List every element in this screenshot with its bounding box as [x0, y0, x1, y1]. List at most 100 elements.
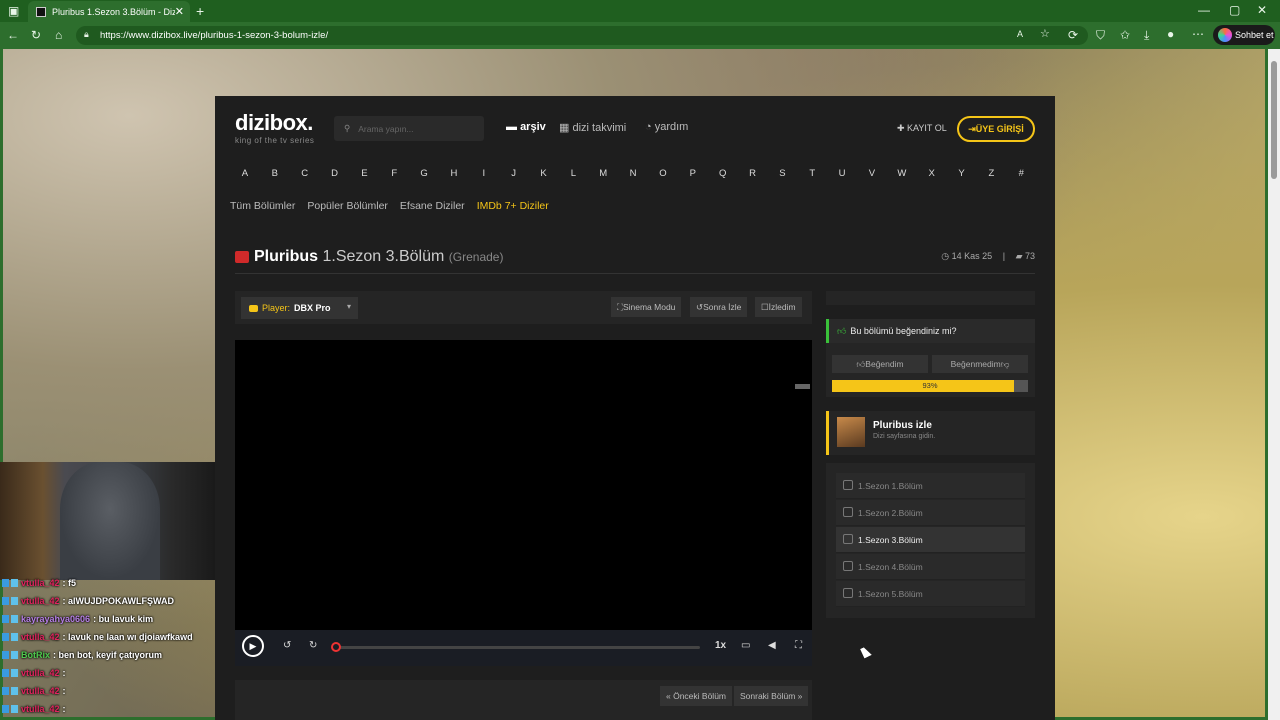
subnav-popular[interactable]: Popüler Bölümler — [307, 200, 388, 212]
show-name[interactable]: Pluribus — [254, 248, 318, 265]
watched-button[interactable]: ☐ İzledim — [755, 297, 802, 317]
show-link-card[interactable]: Pluribus izle Dizi sayfasına gidin. — [826, 411, 1035, 455]
chat-message: vtulla_42: lavuk ne laan wı djoiawfkawd — [2, 629, 193, 645]
watch-later-button[interactable]: ↺ Sonra İzle — [690, 297, 748, 317]
comment-icon: ▰ — [1015, 251, 1025, 261]
episode-nav-bar: « Önceki Bölüm Sonraki Bölüm » — [235, 680, 812, 720]
captions-icon[interactable]: ▭ — [741, 640, 750, 651]
sidebar-toggle-icon[interactable]: ▣ — [8, 5, 19, 17]
next-episode-button[interactable]: Sonraki Bölüm » — [734, 686, 809, 706]
dislike-button[interactable]: Beğenmedim 👎︎ — [932, 355, 1028, 373]
alpha-letter[interactable]: T — [797, 168, 827, 184]
nav-help-label: yardım — [654, 121, 689, 133]
alpha-letter[interactable]: C — [290, 168, 320, 184]
speed-button[interactable]: 1x — [715, 640, 726, 651]
alpha-letter[interactable]: N — [618, 168, 648, 184]
alpha-letter[interactable]: Y — [947, 168, 977, 184]
search-input[interactable]: ⚲ Arama yapın... — [334, 116, 484, 141]
profile-icon[interactable]: ● — [1167, 28, 1174, 40]
home-icon[interactable]: ⌂ — [55, 29, 62, 41]
favorites-icon[interactable]: ✩ — [1120, 29, 1130, 41]
episode-title-row: Pluribus 1.Sezon 3.Bölüm (Grenade) ◷ 14 … — [235, 246, 1035, 274]
alpha-letter[interactable]: X — [917, 168, 947, 184]
scrollbar-thumb[interactable] — [1271, 61, 1277, 179]
search-icon: ⚲ — [344, 123, 351, 133]
alpha-letter[interactable]: J — [499, 168, 529, 184]
alpha-letter[interactable]: U — [827, 168, 857, 184]
read-aloud-icon[interactable]: A — [1017, 30, 1023, 39]
shield-icon[interactable]: ⛉ — [1096, 29, 1105, 41]
episode-list-item[interactable]: 1.Sezon 5.Bölüm — [836, 581, 1025, 607]
alpha-letter[interactable]: H — [439, 168, 469, 184]
register-link[interactable]: ✚ KAYIT OL — [897, 123, 947, 134]
alpha-letter[interactable]: I — [469, 168, 499, 184]
alpha-letter[interactable]: W — [887, 168, 917, 184]
login-button[interactable]: ⇥ ÜYE GİRİŞİ — [957, 116, 1035, 142]
back-icon[interactable]: ← — [7, 29, 19, 41]
minimize-icon[interactable]: — — [1198, 4, 1210, 16]
fullscreen-icon[interactable]: ⛶ — [795, 640, 802, 651]
episode-list-item-current[interactable]: 1.Sezon 3.Bölüm — [836, 527, 1025, 553]
alpha-letter[interactable]: F — [379, 168, 409, 184]
favorite-star-icon[interactable]: ☆ — [1040, 29, 1050, 40]
alpha-letter[interactable]: K — [529, 168, 559, 184]
alpha-letter[interactable]: A — [230, 168, 260, 184]
play-button[interactable]: ▶ — [242, 635, 264, 657]
active-tab[interactable]: Pluribus 1.Sezon 3.Bölüm - DiziB ✕ — [28, 1, 190, 22]
subnav-all-episodes[interactable]: Tüm Bölümler — [230, 200, 295, 212]
copilot-chat-button[interactable]: Sohbet et — [1213, 25, 1275, 45]
badge-icon — [2, 687, 9, 695]
alpha-letter[interactable]: G — [409, 168, 439, 184]
player-select[interactable]: Player: DBX Pro ▾ — [241, 297, 358, 319]
episode-list-item[interactable]: 1.Sezon 4.Bölüm — [836, 554, 1025, 580]
cinema-mode-button[interactable]: ⛶ Sinema Modu — [611, 297, 682, 317]
refresh-icon[interactable]: ↻ — [31, 29, 41, 41]
comment-count[interactable]: 73 — [1025, 251, 1035, 261]
maximize-icon[interactable]: ▢ — [1229, 4, 1240, 16]
player-label: Player: — [262, 303, 291, 313]
rewind-icon[interactable]: ↺ — [283, 640, 291, 651]
tab-close-icon[interactable]: ✕ — [175, 5, 184, 18]
alpha-letter[interactable]: # — [1006, 168, 1036, 184]
alpha-letter[interactable]: L — [558, 168, 588, 184]
nav-help[interactable]: ◔ yardım — [645, 121, 688, 133]
new-tab-icon[interactable]: + — [196, 4, 204, 18]
site-logo[interactable]: dizibox. — [235, 110, 313, 136]
alpha-letter[interactable]: M — [588, 168, 618, 184]
alpha-letter[interactable]: V — [857, 168, 887, 184]
page-scrollbar[interactable] — [1268, 49, 1280, 720]
url-field[interactable]: 🔒︎ https://www.dizibox.live/pluribus-1-s… — [76, 26, 1088, 45]
forward-icon[interactable]: ↻ — [309, 640, 317, 651]
chat-text: : alWUJDPOKAWLFŞWAD — [62, 596, 175, 606]
video-player[interactable] — [235, 340, 812, 630]
alpha-letter[interactable]: D — [320, 168, 350, 184]
alpha-letter[interactable]: Z — [976, 168, 1006, 184]
alpha-letter[interactable]: O — [648, 168, 678, 184]
progress-knob[interactable] — [331, 642, 341, 652]
episode-list-item[interactable]: 1.Sezon 1.Bölüm — [836, 473, 1025, 499]
alpha-letter[interactable]: Q — [708, 168, 738, 184]
volume-icon[interactable]: ◀ — [768, 640, 776, 651]
alpha-letter[interactable]: P — [678, 168, 708, 184]
alpha-letter[interactable]: B — [260, 168, 290, 184]
more-icon[interactable]: ⋯ — [1192, 28, 1204, 40]
alpha-letter[interactable]: E — [349, 168, 379, 184]
subnav-imdb[interactable]: IMDb 7+ Diziler — [477, 200, 549, 212]
extensions-icon[interactable]: ⟳ — [1068, 29, 1078, 41]
alpha-letter[interactable]: S — [767, 168, 797, 184]
prev-episode-button[interactable]: « Önceki Bölüm — [660, 686, 732, 706]
close-window-icon[interactable]: ✕ — [1257, 4, 1267, 16]
progress-track[interactable] — [333, 646, 700, 649]
nav-calendar[interactable]: ▦ dizi takvimi — [559, 121, 626, 134]
downloads-icon[interactable]: ⤓ — [1144, 29, 1149, 41]
address-bar-row: ← ↻ ⌂ 🔒︎ https://www.dizibox.live/plurib… — [0, 22, 1280, 49]
like-label: Beğendim — [865, 359, 904, 369]
subnav-legendary[interactable]: Efsane Diziler — [400, 200, 465, 212]
chat-message: vtulla_42: — [2, 683, 66, 699]
video-controls: ▶ ↺ ↻ 1x ▭ ◀ ⛶ — [235, 630, 812, 666]
badge-icon — [2, 705, 9, 713]
episode-list-item[interactable]: 1.Sezon 2.Bölüm — [836, 500, 1025, 526]
like-button[interactable]: 👍︎ Beğendim — [832, 355, 928, 373]
nav-archive[interactable]: ▬ arşiv — [506, 121, 546, 133]
alpha-letter[interactable]: R — [738, 168, 768, 184]
